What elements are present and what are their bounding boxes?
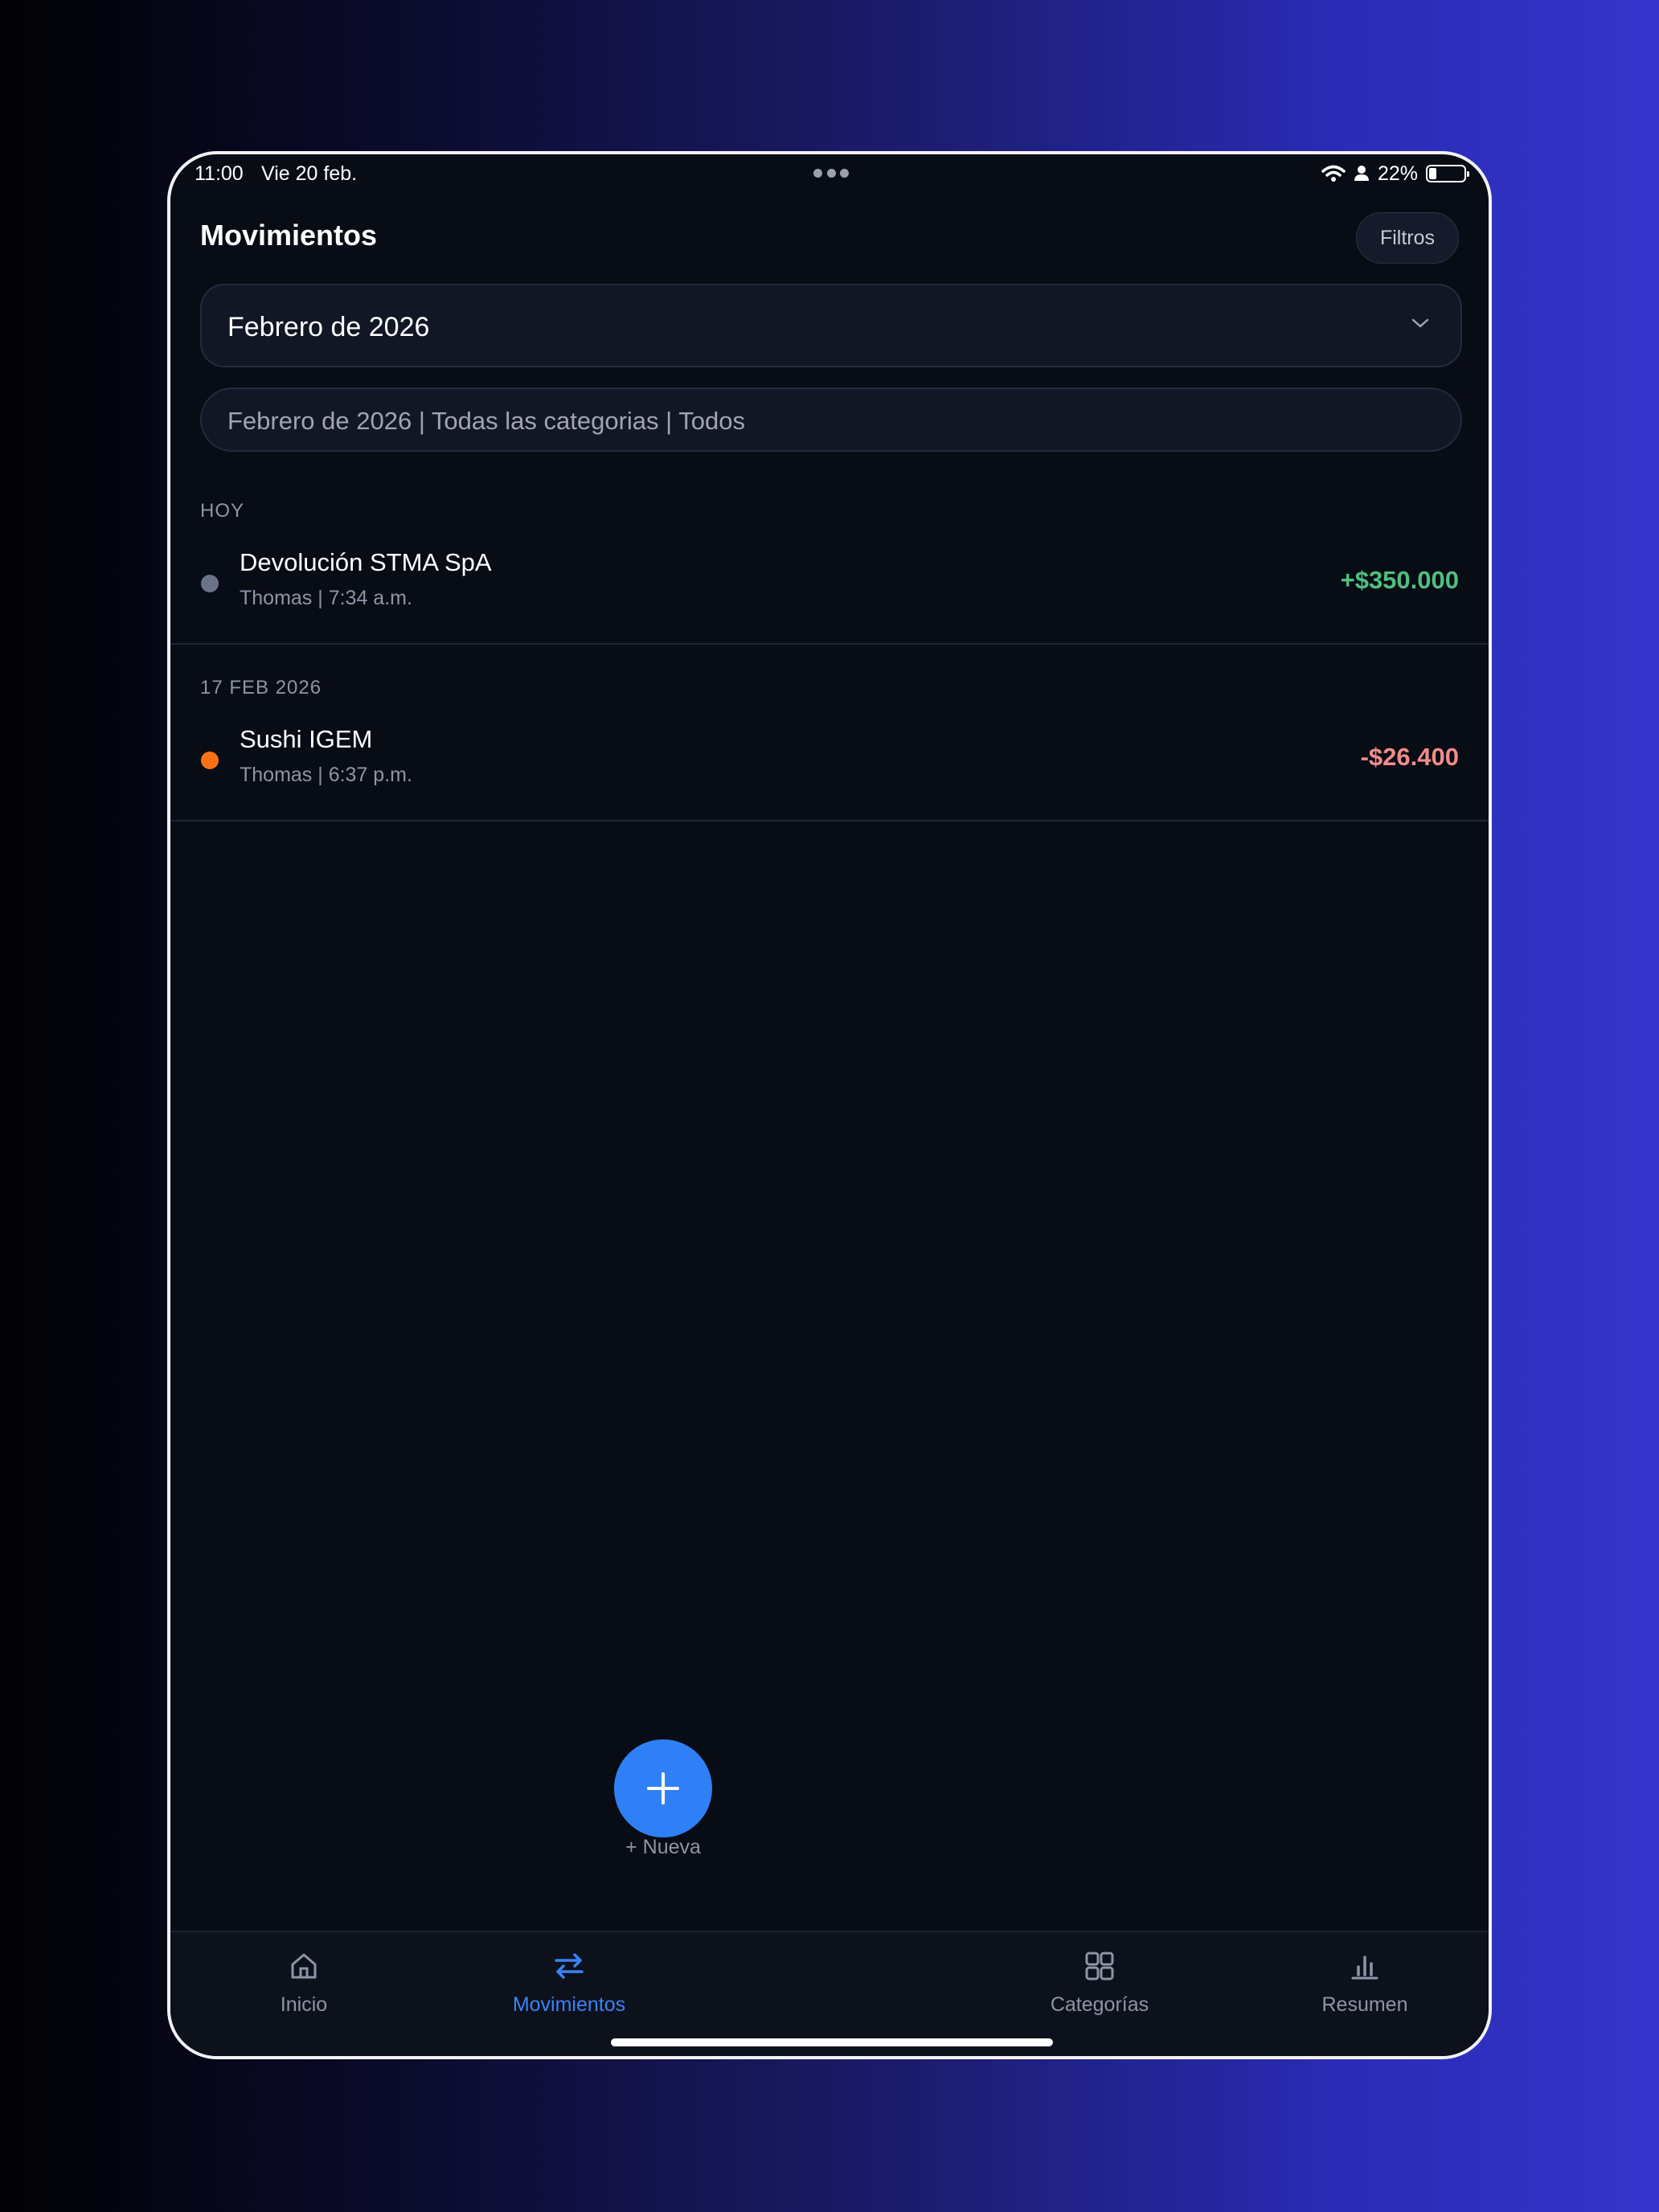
- category-dot: [201, 575, 219, 592]
- tab-label: Resumen: [1321, 1993, 1408, 2016]
- transfer-icon: [555, 1953, 584, 1979]
- tab-label: Movimientos: [512, 1993, 626, 2016]
- transaction-row[interactable]: Devolución STMA SpA Thomas | 7:34 a.m. +…: [170, 532, 1489, 645]
- transaction-subtitle: Thomas | 7:34 a.m.: [240, 587, 412, 609]
- plus-icon: [647, 1772, 679, 1804]
- transaction-subtitle: Thomas | 6:37 p.m.: [240, 764, 412, 786]
- grid-icon: [1085, 1952, 1114, 1981]
- new-transaction-label: + Nueva: [625, 1836, 701, 1858]
- chevron-down-icon: [1411, 318, 1429, 328]
- new-transaction-button[interactable]: [614, 1739, 712, 1837]
- tab-inicio[interactable]: Inicio: [223, 1948, 384, 2017]
- status-indicators: 22%: [1321, 161, 1469, 186]
- tab-movimientos[interactable]: Movimientos: [489, 1948, 649, 2017]
- device-frame: 11:00 Vie 20 feb. 22% Movimientos Filtro…: [167, 151, 1492, 2059]
- tab-label: Inicio: [280, 1993, 328, 2016]
- tab-categorias[interactable]: Categorías: [1019, 1948, 1180, 2017]
- home-icon: [291, 1953, 317, 1979]
- transaction-title: Devolución STMA SpA: [240, 548, 492, 576]
- section-label-today: HOY: [200, 500, 245, 522]
- transaction-amount: +$350.000: [1340, 566, 1459, 594]
- tab-resumen[interactable]: Resumen: [1284, 1948, 1445, 2017]
- tab-bar: Inicio Movimientos Categorías Resumen: [170, 1931, 1489, 2056]
- multitasking-dots-icon[interactable]: [813, 169, 849, 178]
- tab-label: Categorías: [1050, 1993, 1149, 2016]
- filter-summary[interactable]: Febrero de 2026 | Todas las categorias |…: [200, 387, 1462, 452]
- section-label-date: 17 FEB 2026: [200, 677, 322, 698]
- bar-chart-icon: [1351, 1956, 1378, 1980]
- month-select-value: Febrero de 2026: [227, 312, 430, 342]
- transaction-title: Sushi IGEM: [240, 725, 373, 753]
- category-dot: [201, 752, 219, 769]
- status-date: Vie 20 feb.: [261, 162, 358, 185]
- home-indicator[interactable]: [611, 2038, 1053, 2046]
- page-title: Movimientos: [200, 219, 378, 252]
- filters-button[interactable]: Filtros: [1356, 212, 1459, 264]
- status-time: 11:00: [195, 162, 244, 185]
- battery-percentage: 22%: [1377, 162, 1418, 185]
- battery-icon: [1426, 165, 1469, 182]
- wifi-icon: [1321, 165, 1346, 182]
- transaction-amount: -$26.400: [1360, 743, 1459, 771]
- filter-summary-text: Febrero de 2026 | Todas las categorias |…: [227, 407, 745, 435]
- month-select[interactable]: Febrero de 2026: [200, 284, 1462, 367]
- status-bar: 11:00 Vie 20 feb. 22%: [170, 154, 1489, 195]
- user-icon: [1354, 166, 1369, 181]
- transaction-row[interactable]: Sushi IGEM Thomas | 6:37 p.m. -$26.400: [170, 709, 1489, 821]
